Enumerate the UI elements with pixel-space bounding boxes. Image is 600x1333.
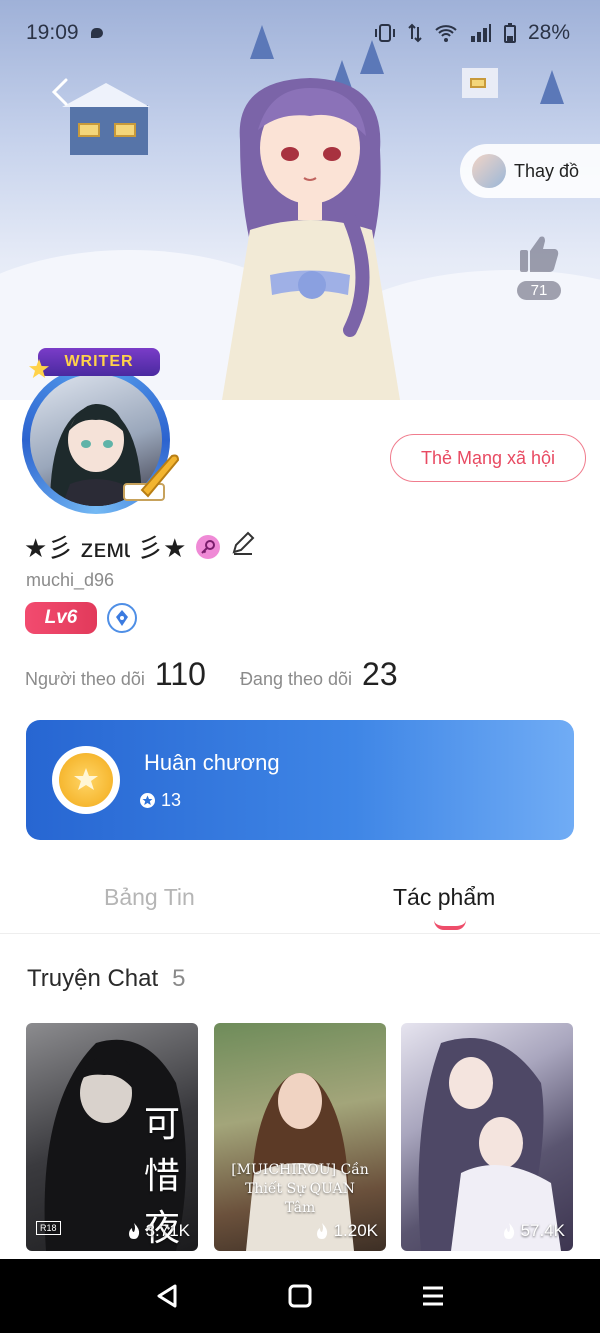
followers-label[interactable]: Người theo dõi	[25, 669, 145, 690]
story-views: 57.4K	[501, 1221, 565, 1241]
story-views: 1.20K	[314, 1221, 378, 1241]
pine-tree	[540, 70, 564, 104]
like-button[interactable]: 71	[516, 234, 562, 300]
battery-icon	[503, 23, 516, 43]
key-badge-icon	[196, 534, 221, 559]
medals-count-row: 13	[140, 790, 181, 811]
triangle-back-icon	[157, 1284, 177, 1308]
story-list: 可 惜 夜 の 熱 R18 3.71K [MUICHIROU] Cần Thiế…	[26, 1023, 574, 1253]
nickname-row: ★彡 ᴢᴇᴍɩ 彡★	[24, 528, 256, 565]
pencil-icon	[232, 531, 255, 555]
house	[62, 83, 150, 155]
wifi-icon	[435, 25, 457, 42]
tab-works[interactable]: Tác phẩm	[393, 884, 495, 911]
level-row: Lv6	[25, 602, 137, 634]
star-icon	[29, 359, 49, 378]
chat-stories-section-title: Truyện Chat 5	[27, 965, 186, 993]
fire-icon	[316, 1223, 327, 1239]
like-count: 71	[517, 281, 561, 300]
nav-home-button[interactable]	[270, 1266, 330, 1326]
back-button[interactable]	[40, 72, 80, 112]
section-count: 5	[172, 965, 186, 992]
section-title: Truyện Chat	[27, 965, 159, 992]
square-home-icon	[288, 1284, 312, 1308]
level-badge[interactable]: Lv6	[25, 602, 97, 634]
following-count[interactable]: 23	[362, 656, 398, 693]
nav-back-button[interactable]	[137, 1266, 197, 1326]
outfit-thumbnail	[472, 154, 506, 188]
story-card[interactable]: 可 惜 夜 の 熱 R18 3.71K	[26, 1023, 198, 1251]
menu-icon	[423, 1286, 444, 1306]
status-bar: 19:09 28%	[0, 0, 600, 66]
active-tab-indicator	[434, 920, 466, 930]
username: muchi_d96	[26, 570, 115, 590]
medals-count: 13	[161, 790, 182, 810]
vibrate-icon	[374, 24, 395, 42]
follow-stats: Người theo dõi 110 Đang theo dõi 23	[25, 656, 398, 693]
system-navigation-bar	[0, 1259, 600, 1333]
edit-nickname-button[interactable]	[230, 530, 256, 563]
followers-count[interactable]: 110	[155, 656, 206, 693]
story-card[interactable]: 57.4K	[401, 1023, 573, 1251]
data-transfer-icon	[408, 23, 422, 43]
pen-quill-icon	[123, 454, 180, 501]
signal-icon	[470, 24, 491, 42]
medals-card[interactable]: Huân chương 13	[26, 720, 574, 840]
profile-tabs: Bảng Tin Tác phẩm	[0, 874, 600, 934]
story-view-count: 1.20K	[333, 1221, 378, 1240]
nav-menu-button[interactable]	[403, 1266, 463, 1326]
cover-title: [MUICHIROU] Cần Thiết Sự QUAN Tâm	[231, 1162, 369, 1216]
medal-icon	[52, 746, 120, 814]
status-time: 19:09	[26, 21, 79, 44]
age-rating-tag: R18	[36, 1221, 61, 1235]
profile-background: 19:09 28% Thay đồ 71	[0, 0, 600, 400]
pen-nib-badge-icon[interactable]	[107, 603, 137, 633]
character-avatar-figure	[222, 78, 400, 400]
chevron-left-icon	[51, 78, 68, 106]
star-icon	[140, 793, 155, 808]
story-views: 3.71K	[126, 1221, 190, 1241]
change-outfit-button[interactable]: Thay đồ	[460, 144, 600, 198]
medals-title: Huân chương	[144, 750, 280, 775]
social-card-button[interactable]: Thẻ Mạng xã hội	[390, 434, 586, 482]
story-view-count: 57.4K	[520, 1221, 565, 1240]
change-outfit-label: Thay đồ	[514, 160, 580, 181]
battery-percent: 28%	[527, 21, 570, 44]
writer-badge: WRITER	[38, 348, 160, 376]
story-cover-art	[418, 1038, 561, 1251]
nickname: ★彡 ᴢᴇᴍɩ 彡★	[24, 533, 187, 563]
profile-avatar[interactable]: WRITER	[10, 348, 186, 518]
house	[462, 68, 498, 98]
fire-icon	[503, 1223, 514, 1239]
message-notification-icon	[90, 28, 103, 38]
tab-news-feed[interactable]: Bảng Tin	[104, 884, 195, 911]
fire-icon	[128, 1223, 139, 1239]
thumbs-up-icon	[520, 236, 559, 272]
story-card[interactable]: [MUICHIROU] Cần Thiết Sự QUAN Tâm 1.20K	[214, 1023, 386, 1251]
following-label[interactable]: Đang theo dõi	[240, 669, 352, 690]
story-view-count: 3.71K	[145, 1221, 190, 1240]
